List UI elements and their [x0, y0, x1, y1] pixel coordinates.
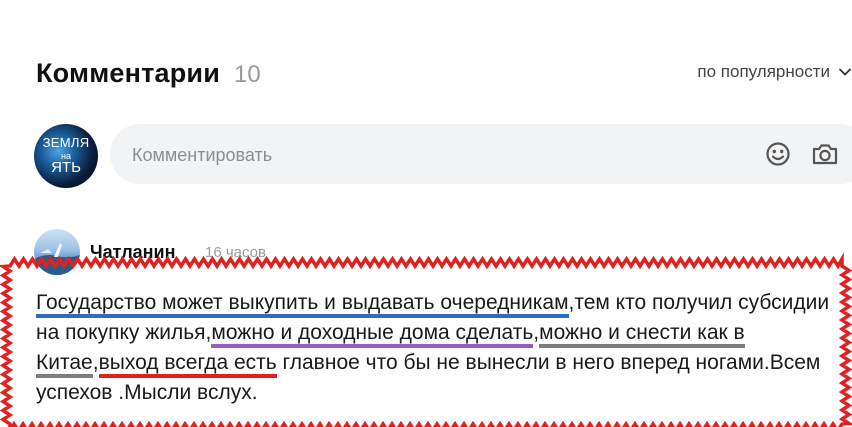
highlight-purple: можно и доходные дома сделать — [211, 321, 534, 348]
highlight-red: выход всегда есть — [98, 351, 277, 378]
highlight-blue: Государство может выкупить и выдавать оч… — [36, 291, 569, 318]
comment-text: Государство может выкупить и выдавать оч… — [36, 288, 836, 408]
text-segment: , — [92, 351, 99, 374]
